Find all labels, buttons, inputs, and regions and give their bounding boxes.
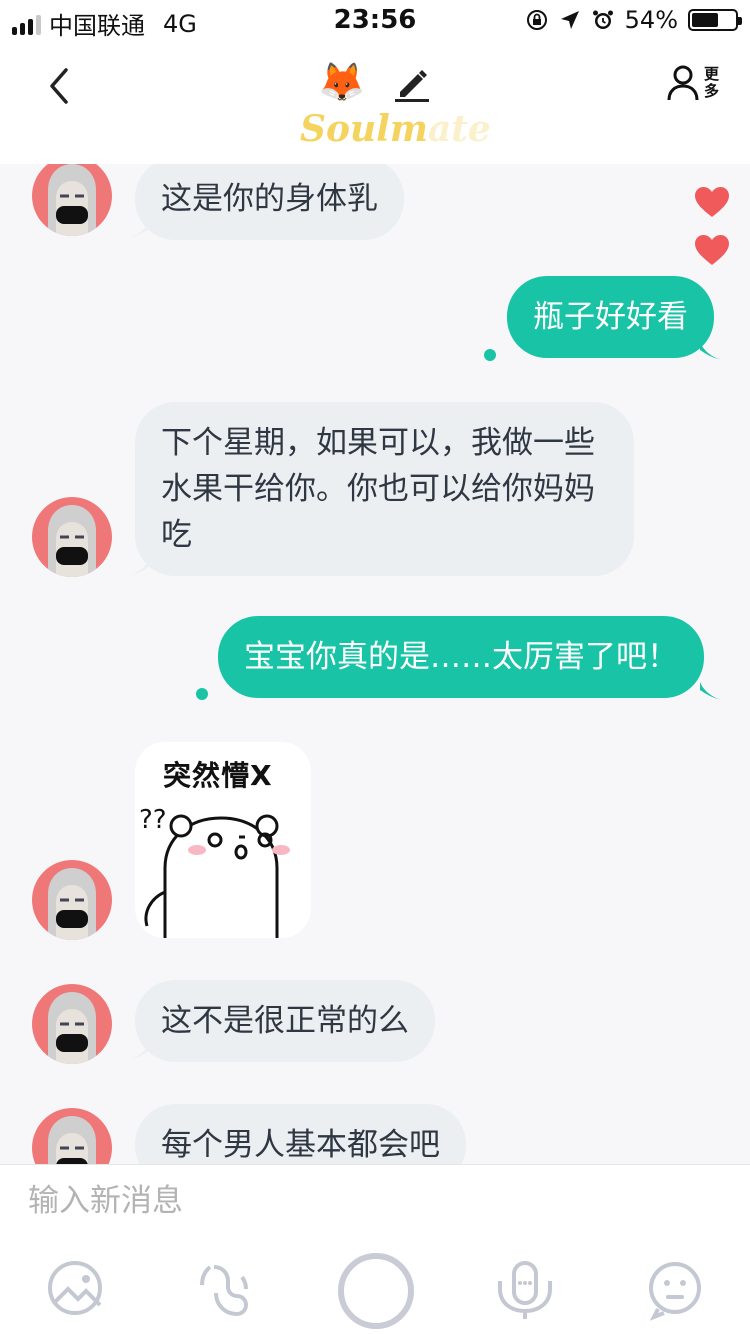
alarm-icon [592, 10, 613, 29]
more-button[interactable]: 更多 [666, 64, 720, 102]
bubble-tail [700, 682, 722, 700]
fox-avatar-icon[interactable]: 🦊 [318, 60, 365, 105]
logo-text-fade: ate [427, 108, 491, 150]
heart-icon[interactable] [694, 186, 730, 218]
contact-avatar[interactable] [32, 497, 112, 577]
contact-avatar[interactable] [32, 164, 112, 236]
voice-message-icon[interactable] [496, 1259, 554, 1321]
more-label-2: 多 [704, 82, 720, 100]
message-input[interactable] [28, 1179, 718, 1223]
image-icon[interactable] [46, 1259, 104, 1321]
chat-header: 🦊 Soulmate 更多 [0, 40, 750, 164]
more-label-1: 更 [704, 65, 720, 83]
contact-avatar[interactable] [32, 860, 112, 940]
soulmate-logo: Soulmate [300, 108, 491, 152]
message-bubble-outgoing[interactable]: 瓶子好好看 [507, 276, 714, 358]
svg-text:??: ?? [139, 805, 167, 835]
bubble-tail [128, 1042, 150, 1060]
message-bubble[interactable]: 每个男人基本都会吧 [135, 1104, 466, 1164]
message-line: 吃 [161, 517, 192, 553]
logo-text-main: Soulm [300, 108, 428, 150]
bubble-tail [700, 342, 722, 360]
message-line: 下个星期，如果可以，我做一些 [161, 425, 595, 461]
rotation-lock-icon [526, 10, 547, 30]
battery-percent: 54% [624, 6, 678, 34]
read-status-dot [196, 688, 208, 700]
read-status-dot [484, 349, 496, 361]
message-bubble[interactable]: 这是你的身体乳 [135, 164, 404, 240]
message-bubble[interactable]: 下个星期，如果可以，我做一些 水果干给你。你也可以给你妈妈 吃 [135, 402, 634, 576]
bear-sticker-image: ?? [139, 805, 290, 938]
message-list[interactable]: 这是你的身体乳 瓶子好好看 下个星期，如果可以，我做一些 水果干给你。你也可以给… [0, 164, 750, 1164]
user-profile-icon [667, 65, 699, 101]
bubble-tail [128, 558, 150, 576]
heart-icon[interactable] [694, 234, 730, 266]
sticker-message[interactable]: 突然懵X ?? [135, 742, 311, 938]
status-bar: 中国联通 4G 23:56 54% [0, 0, 750, 40]
emoji-icon[interactable] [646, 1259, 704, 1321]
voice-call-icon[interactable] [196, 1259, 254, 1321]
contact-avatar[interactable] [32, 984, 112, 1064]
edit-pencil-icon[interactable] [392, 64, 432, 104]
input-bar [0, 1164, 750, 1334]
chat-screen: { "status_bar": { "carrier": "中国联通", "ne… [0, 0, 750, 1334]
contact-avatar[interactable] [32, 1108, 112, 1164]
location-icon [560, 11, 579, 29]
back-chevron-icon[interactable] [40, 62, 80, 110]
message-bubble-outgoing[interactable]: 宝宝你真的是……太厉害了吧！ [218, 616, 704, 698]
more-label: 更多 [704, 66, 720, 100]
message-line: 水果干给你。你也可以给你妈妈 [161, 471, 595, 507]
message-bubble[interactable]: 这不是很正常的么 [135, 980, 435, 1062]
record-button[interactable] [338, 1253, 414, 1329]
bubble-tail [128, 220, 150, 238]
battery-icon [688, 9, 742, 31]
status-right: 54% [525, 6, 742, 34]
